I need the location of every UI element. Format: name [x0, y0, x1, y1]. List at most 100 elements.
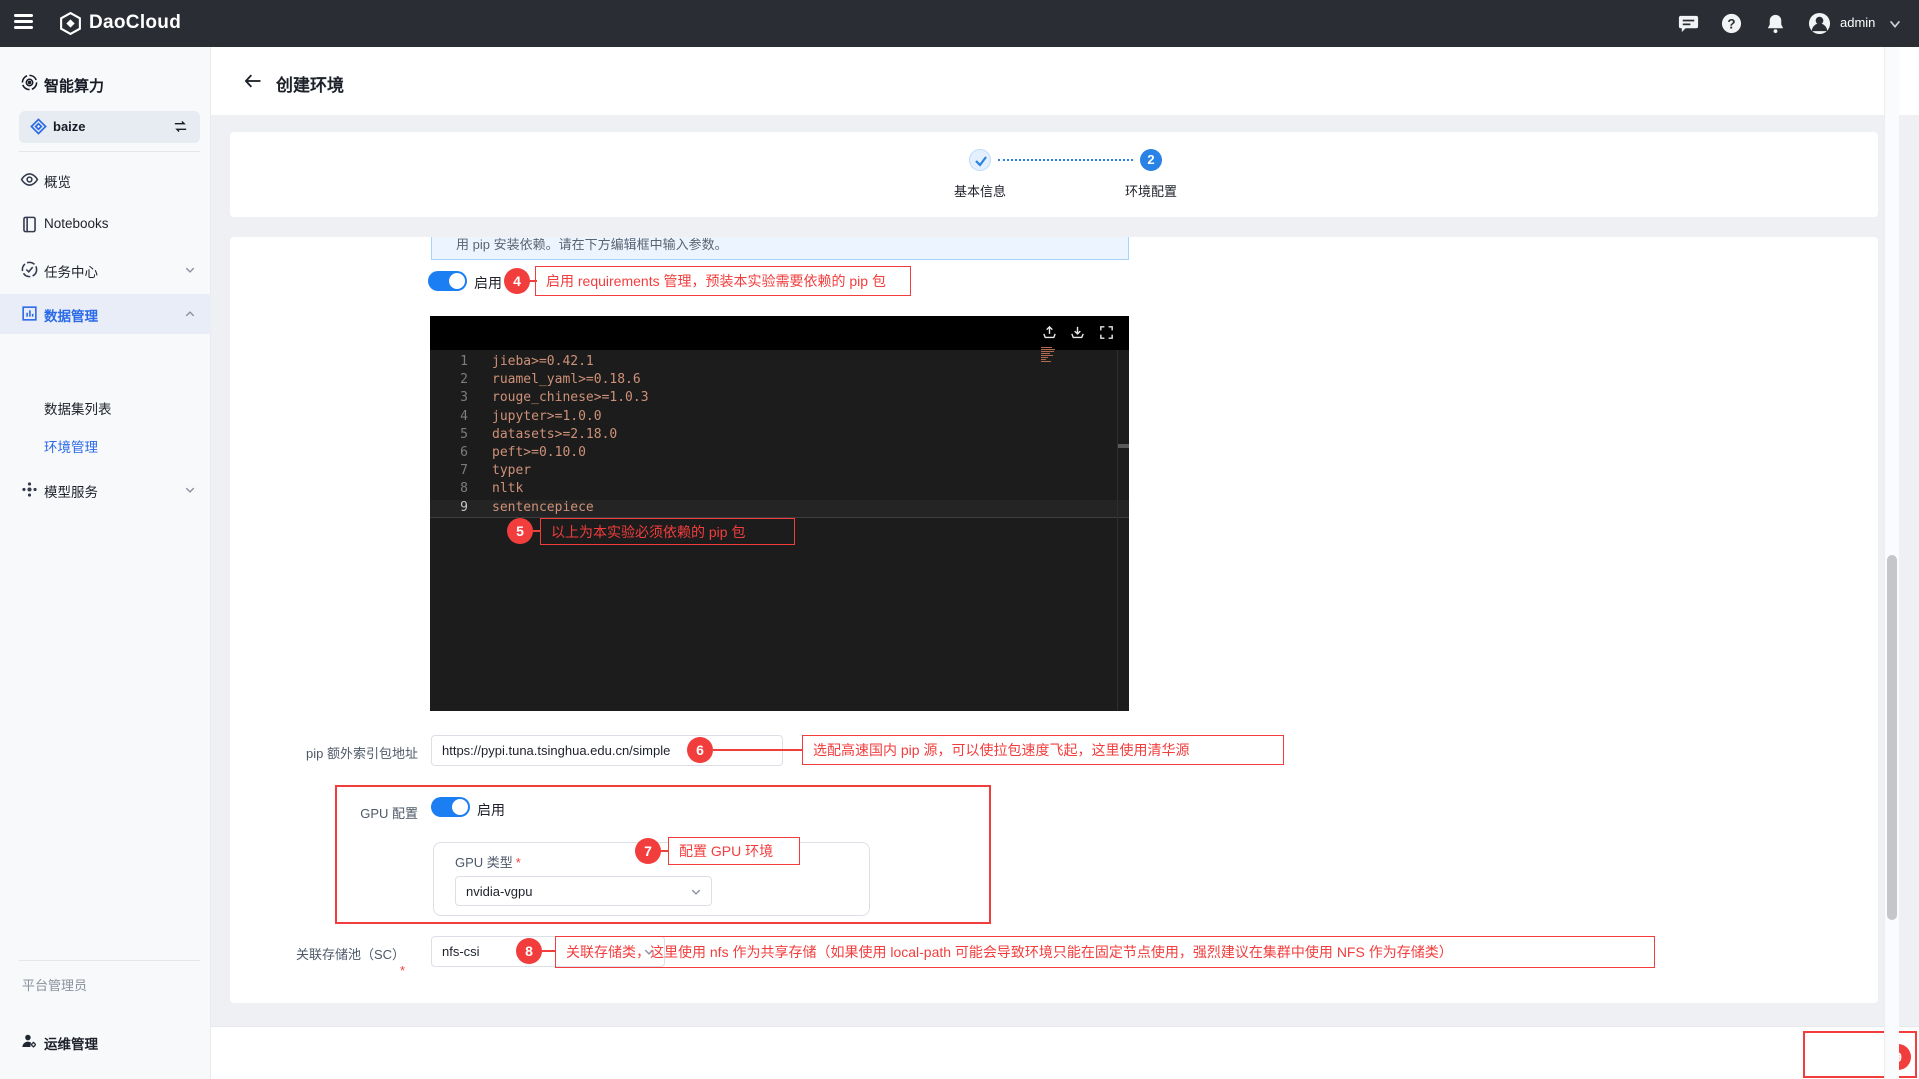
sidebar-divider — [19, 151, 200, 152]
page-title: 创建环境 — [276, 71, 344, 96]
code-line[interactable]: 8nltk — [430, 481, 1129, 499]
app-root: DaoCloud ? admin 智能算力 baize — [0, 0, 1919, 1079]
chevron-down-icon — [184, 484, 196, 496]
pip-hint-text: 用 pip 安装依赖。请在下方编辑框中输入参数。 — [456, 237, 728, 253]
editor-minimap — [1041, 347, 1056, 365]
annotation-box-7: 配置 GPU 环境 — [668, 837, 800, 865]
sidebar-subitem-label: 数据集列表 — [44, 398, 112, 418]
help-icon[interactable]: ? — [1720, 12, 1743, 35]
line-number: 5 — [450, 427, 468, 442]
sidebar-item-notebooks[interactable]: Notebooks — [0, 205, 211, 245]
role-label: 平台管理员 — [22, 975, 87, 994]
line-number: 1 — [450, 354, 468, 369]
user-menu-chevron-down-icon[interactable] — [1888, 17, 1902, 31]
sidebar-item-overview[interactable]: 概览 — [0, 160, 211, 200]
storage-class-label: 关联存储池（SC）* — [290, 944, 405, 978]
code-line[interactable]: 3 rouge_chinese>=1.0.3 — [430, 390, 1129, 408]
line-number: 9 — [450, 500, 468, 515]
editor-lines[interactable]: 1 jieba>=0.42.1 2ruamel_yaml>=0.18.6 3 rou… — [430, 354, 1129, 518]
pip-index-value: https://pypi.tuna.tsinghua.edu.cn/simple — [442, 743, 670, 758]
code-line[interactable]: 7 typer — [430, 463, 1129, 481]
line-text: datasets>=2.18.0 — [492, 427, 617, 442]
intelligent-computing-icon — [20, 73, 39, 92]
sidebar: 智能算力 baize 概览 Notebooks — [0, 47, 211, 1079]
code-line[interactable]: 4 jupyter>=1.0.0 — [430, 409, 1129, 427]
workspace-icon — [30, 118, 47, 135]
pip-index-label: pip 额外索引包地址 — [278, 743, 418, 762]
brand-name: DaoCloud — [89, 12, 181, 34]
requirements-code-editor[interactable]: 1 jieba>=0.42.1 2ruamel_yaml>=0.18.6 3 rou… — [430, 316, 1129, 711]
fullscreen-icon[interactable] — [1098, 324, 1115, 341]
eye-icon — [20, 170, 39, 189]
annotation-circle-4: 4 — [504, 268, 530, 294]
line-number: 4 — [450, 409, 468, 424]
page-scrollbar-track[interactable] — [1884, 47, 1899, 1079]
code-line[interactable]: 2ruamel_yaml>=0.18.6 — [430, 372, 1129, 390]
page-header: 创建环境 — [211, 47, 1919, 115]
notebook-icon — [20, 215, 39, 234]
sidebar-item-label: 数据管理 — [44, 305, 98, 325]
download-icon[interactable] — [1069, 324, 1086, 341]
bar-chart-icon — [20, 304, 39, 323]
back-arrow-icon[interactable] — [243, 71, 263, 91]
line-number: 7 — [450, 463, 468, 478]
workspace-switch-icon[interactable] — [172, 118, 191, 137]
hamburger-menu-icon[interactable] — [14, 14, 33, 29]
chevron-up-icon — [184, 308, 196, 320]
code-line[interactable]: 1 jieba>=0.42.1 — [430, 354, 1129, 372]
annotation-circle-5: 5 — [507, 518, 533, 544]
editor-toolbar — [430, 316, 1129, 350]
code-line[interactable]: 6peft>=0.10.0 — [430, 445, 1129, 463]
sidebar-module-title: 智能算力 — [44, 75, 104, 96]
workspace-selector[interactable]: baize — [19, 111, 200, 143]
sidebar-item-task-center[interactable]: 任务中心 — [0, 250, 211, 290]
task-center-icon — [20, 260, 39, 279]
daocloud-logo-icon — [58, 11, 83, 36]
sidebar-item-model-services[interactable]: 模型服务 — [0, 470, 211, 510]
user-avatar-icon[interactable] — [1808, 12, 1831, 35]
step1-completed-check-icon — [969, 149, 991, 171]
editor-scrollbar-thumb[interactable] — [1118, 444, 1129, 448]
sidebar-subitem-dataset-list[interactable]: 数据集列表 — [0, 388, 211, 424]
line-text: sentencepiece — [492, 500, 594, 515]
pip-hint-box: 用 pip 安装依赖。请在下方编辑框中输入参数。 — [431, 237, 1129, 260]
upload-icon[interactable] — [1041, 324, 1058, 341]
annotation-box-8: 关联存储类，这里使用 nfs 作为共享存储（如果使用 local-path 可能… — [555, 936, 1655, 968]
sidebar-item-label: 运维管理 — [44, 1033, 98, 1053]
sidebar-module-header: 智能算力 — [0, 70, 211, 100]
annotation-rect-gpu — [335, 785, 991, 924]
page-scrollbar-thumb[interactable] — [1887, 555, 1897, 920]
sidebar-item-label: 任务中心 — [44, 261, 98, 281]
line-text: nltk — [492, 481, 523, 496]
sidebar-item-label: Notebooks — [44, 216, 109, 231]
sidebar-item-label: 模型服务 — [44, 481, 98, 501]
line-text: rouge_chinese>=1.0.3 — [492, 390, 649, 405]
code-line[interactable]: 5 datasets>=2.18.0 — [430, 427, 1129, 445]
workspace-name: baize — [53, 119, 86, 134]
line-text: jieba>=0.42.1 — [492, 354, 594, 369]
environment-config-form-card: 用 pip 安装依赖。请在下方编辑框中输入参数。 启用 1jieba>=0.42… — [230, 237, 1878, 1003]
username-label[interactable]: admin — [1840, 15, 1875, 30]
editor-scrollbar-track — [1117, 350, 1118, 711]
annotation-circle-6: 6 — [687, 737, 713, 763]
line-text: ruamel_yaml>=0.18.6 — [492, 372, 641, 387]
top-navbar: DaoCloud ? admin — [0, 0, 1919, 47]
step2-label: 环境配置 — [1091, 181, 1211, 200]
line-text: peft>=0.10.0 — [492, 445, 586, 460]
svg-text:?: ? — [1727, 16, 1735, 31]
sidebar-item-data-management[interactable]: 数据管理 — [0, 294, 211, 334]
notification-bell-icon[interactable] — [1764, 12, 1787, 35]
stepper-card: 2 基本信息 环境配置 — [230, 132, 1878, 217]
step1-label: 基本信息 — [920, 181, 1040, 200]
sidebar-subitem-environment-management[interactable]: 环境管理 — [0, 426, 211, 462]
annotation-box-6: 选配高速国内 pip 源，可以使拉包速度飞起，这里使用清华源 — [802, 735, 1284, 765]
sidebar-item-operations-management[interactable]: 运维管理 — [0, 1022, 211, 1062]
requirements-toggle[interactable] — [428, 271, 467, 291]
line-text: typer — [492, 463, 531, 478]
line-text: jupyter>=1.0.0 — [492, 409, 602, 424]
line-number: 3 — [450, 390, 468, 405]
admin-gear-icon — [20, 1032, 39, 1051]
feedback-icon[interactable] — [1677, 12, 1700, 35]
code-line-active[interactable]: 9 sentencepiece — [430, 500, 1129, 518]
step2-number-badge: 2 — [1140, 149, 1162, 171]
